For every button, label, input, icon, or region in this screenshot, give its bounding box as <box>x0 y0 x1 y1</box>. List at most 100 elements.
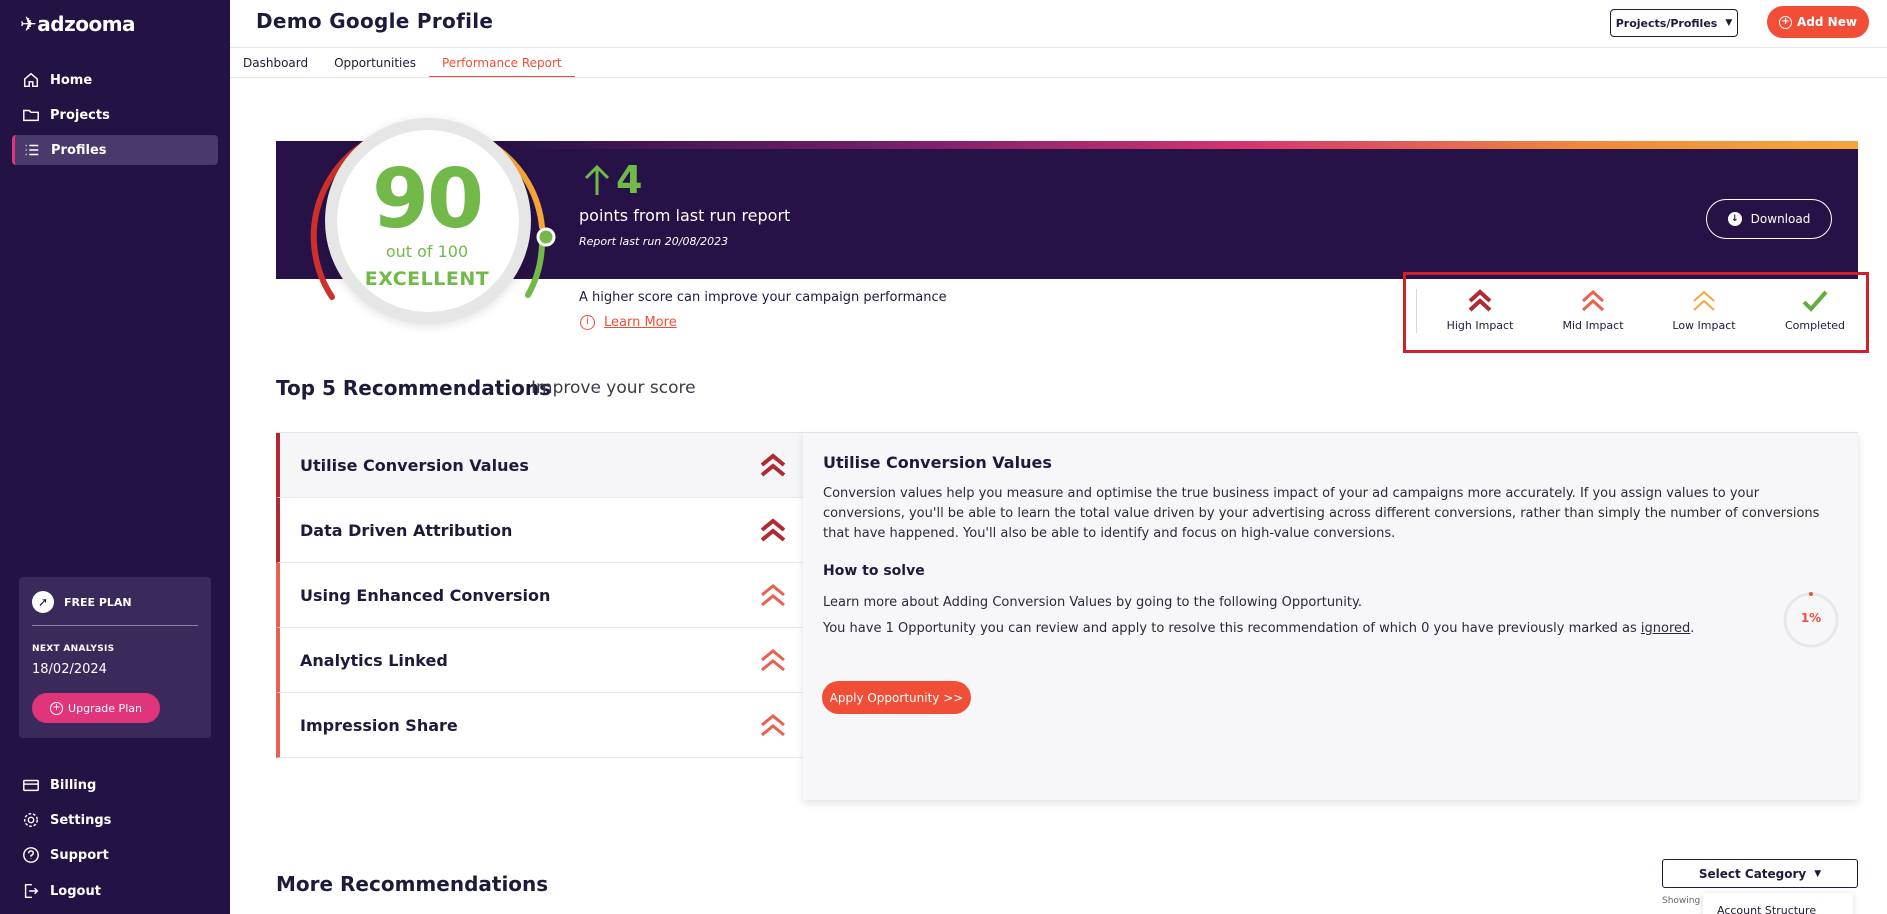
learn-more-link[interactable]: i Learn More <box>580 315 677 330</box>
sidebar-item-label: Projects <box>50 107 110 123</box>
divider <box>1416 289 1417 333</box>
score-delta-text: points from last run report <box>579 206 791 225</box>
mid-impact-icon <box>761 584 785 607</box>
sidebar-item-label: Logout <box>50 883 101 899</box>
learn-more-label: Learn More <box>604 315 677 330</box>
apply-opportunity-button[interactable]: Apply Opportunity >> <box>822 681 971 714</box>
plan-header: ➚ FREE PLAN <box>32 591 132 613</box>
banner-gradient-strip <box>500 141 1858 149</box>
recommendation-list: Utilise Conversion Values Data Driven At… <box>276 433 803 758</box>
add-new-label: Add New <box>1797 15 1857 29</box>
sidebar-item-settings[interactable]: Settings <box>12 805 218 835</box>
recommendation-item[interactable]: Data Driven Attribution <box>276 498 803 563</box>
sidebar-item-label: Settings <box>50 812 112 828</box>
tab-bar: Dashboard Opportunities Performance Repo… <box>230 48 575 78</box>
help-icon <box>23 847 39 863</box>
detail-description: Conversion values help you measure and o… <box>823 486 1820 541</box>
recommendation-label: Utilise Conversion Values <box>300 455 529 475</box>
gear-icon <box>23 812 39 828</box>
download-button[interactable]: ↓ Download <box>1706 199 1832 239</box>
rocket-icon: ➚ <box>32 591 54 613</box>
score-hint: A higher score can improve your campaign… <box>579 290 947 305</box>
high-impact-icon <box>760 518 786 542</box>
sidebar-item-billing[interactable]: Billing <box>12 770 218 800</box>
card-icon <box>23 779 39 792</box>
tab-performance-report[interactable]: Performance Report <box>429 48 575 78</box>
gauge-marker <box>536 227 556 247</box>
sidebar-item-label: Support <box>50 847 109 863</box>
list-icon <box>25 144 39 156</box>
logout-icon <box>24 883 39 899</box>
next-analysis-label: NEXT ANALYSIS <box>32 644 115 654</box>
tab-dashboard[interactable]: Dashboard <box>230 48 321 78</box>
legend-mid-impact: Mid Impact <box>1548 288 1638 332</box>
recommendation-item[interactable]: Utilise Conversion Values <box>276 433 803 498</box>
recommendation-item[interactable]: Using Enhanced Conversion <box>276 563 803 628</box>
mid-impact-icon <box>1581 289 1605 312</box>
plan-card: ➚ FREE PLAN NEXT ANALYSIS 18/02/2024 + U… <box>19 577 211 738</box>
recommendation-label: Using Enhanced Conversion <box>300 585 551 605</box>
recommendation-item[interactable]: Analytics Linked <box>276 628 803 693</box>
home-icon <box>23 72 39 88</box>
adzooma-logo[interactable]: ✈adzooma <box>20 12 136 36</box>
sidebar-item-projects[interactable]: Projects <box>12 100 218 130</box>
opportunity-summary: You have 1 Opportunity you can review an… <box>823 621 1694 636</box>
low-impact-icon <box>1693 290 1715 311</box>
gauge-arc-green <box>525 236 546 298</box>
download-icon: ↓ <box>1727 212 1742 226</box>
high-impact-icon <box>1468 289 1492 312</box>
projects-profiles-label: Projects/Profiles <box>1615 16 1718 30</box>
legend-label: Mid Impact <box>1562 319 1624 332</box>
select-category-label: Select Category <box>1698 866 1807 881</box>
divider <box>230 77 1887 78</box>
sidebar-item-home[interactable]: Home <box>12 65 218 95</box>
upgrade-plan-button[interactable]: + Upgrade Plan <box>32 693 160 723</box>
sidebar-item-label: Home <box>50 72 93 88</box>
opportunity-summary-text: You have 1 Opportunity you can review an… <box>823 621 1641 636</box>
more-recommendations-title: More Recommendations <box>276 872 549 896</box>
legend-completed: Completed <box>1770 288 1860 332</box>
checkmark-icon <box>1802 290 1828 312</box>
how-to-solve-heading: How to solve <box>823 563 925 579</box>
chevron-down-icon: ▼ <box>1725 18 1733 28</box>
info-icon: i <box>580 315 595 330</box>
mid-impact-icon <box>761 649 785 672</box>
recommendation-label: Impression Share <box>300 715 458 735</box>
detail-title: Utilise Conversion Values <box>823 453 1052 472</box>
showing-label: Showing <box>1662 896 1701 906</box>
plus-circle-icon: + <box>1779 15 1793 29</box>
add-new-button[interactable]: + Add New <box>1767 6 1869 38</box>
last-run-date: Report last run 20/08/2023 <box>579 235 729 248</box>
legend-high-impact: High Impact <box>1435 288 1525 332</box>
select-category-dropdown[interactable]: Select Category ▼ <box>1662 859 1858 888</box>
category-dropdown-menu: Account Structure <box>1703 893 1853 914</box>
dropdown-option[interactable]: Account Structure <box>1717 904 1816 914</box>
progress-value: 1% <box>1800 611 1822 625</box>
upgrade-plan-label: Upgrade Plan <box>68 701 142 715</box>
recommendation-detail-panel: Utilise Conversion Values Conversion val… <box>803 433 1858 800</box>
sidebar-item-logout[interactable]: Logout <box>12 876 218 906</box>
recommendation-label: Analytics Linked <box>300 650 448 670</box>
ignored-link[interactable]: ignored <box>1641 621 1690 636</box>
projects-profiles-dropdown[interactable]: Projects/Profiles ▼ <box>1610 9 1738 37</box>
folder-icon <box>23 109 39 122</box>
legend-label: Completed <box>1785 319 1845 332</box>
top5-title: Top 5 Recommendations <box>276 376 552 400</box>
recommendation-item[interactable]: Impression Share <box>276 693 803 758</box>
plan-name: FREE PLAN <box>64 595 132 609</box>
sidebar-item-label: Profiles <box>51 142 107 158</box>
top5-subtitle: Improve your score <box>531 378 696 398</box>
next-analysis-date: 18/02/2024 <box>32 662 107 677</box>
score-delta-value: 4 <box>616 158 643 202</box>
score-delta: 4 <box>582 158 642 202</box>
download-label: Download <box>1750 212 1811 226</box>
how-to-solve-text: Learn more about Adding Conversion Value… <box>823 595 1362 610</box>
sidebar-item-support[interactable]: Support <box>12 840 218 870</box>
recommendation-label: Data Driven Attribution <box>300 520 513 540</box>
high-impact-icon <box>760 453 786 477</box>
score-value: 90 <box>371 152 484 247</box>
plus-circle-icon: + <box>50 701 64 715</box>
tab-opportunities[interactable]: Opportunities <box>321 48 429 78</box>
legend-low-impact: Low Impact <box>1659 288 1749 332</box>
sidebar-item-profiles[interactable]: Profiles <box>12 135 218 165</box>
